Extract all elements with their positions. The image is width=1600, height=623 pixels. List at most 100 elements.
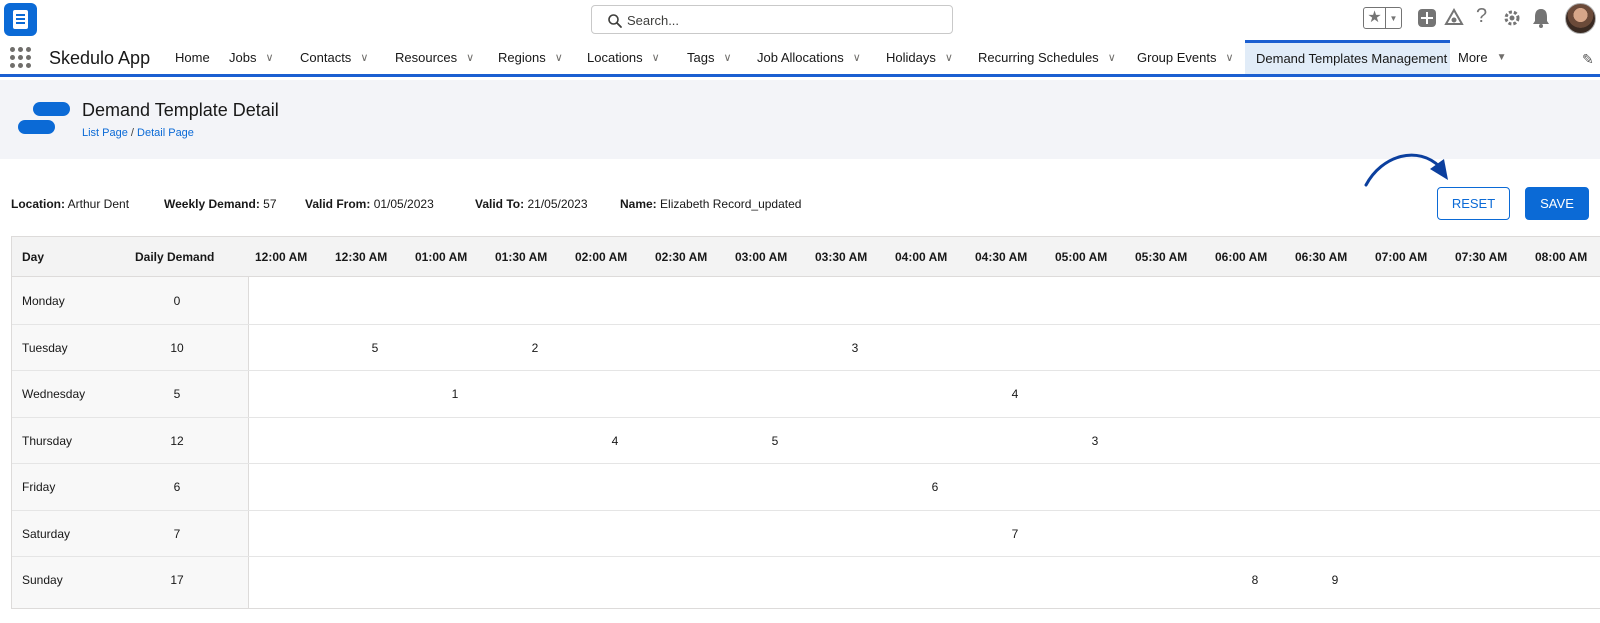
daily-demand-column-header: Daily Demand bbox=[135, 250, 215, 264]
nav-item-job-allocations[interactable]: Job Allocations ∨ bbox=[757, 40, 861, 74]
nav-item-regions[interactable]: Regions ∨ bbox=[498, 40, 563, 74]
time-slot-header: 04:00 AM bbox=[895, 250, 948, 264]
name-value: Elizabeth Record_updated bbox=[660, 197, 802, 211]
demand-slot-cell[interactable]: 8 bbox=[1240, 573, 1270, 587]
nav-item-resources[interactable]: Resources ∨ bbox=[395, 40, 474, 74]
row-divider bbox=[12, 509, 1600, 511]
demand-slot-cell[interactable]: 1 bbox=[440, 387, 470, 401]
app-navigation-bar: Skedulo App Home Jobs ∨ Contacts ∨ Resou… bbox=[0, 40, 1600, 77]
breadcrumb-detail-page[interactable]: Detail Page bbox=[137, 127, 194, 139]
page-title: Demand Template Detail bbox=[82, 100, 279, 120]
time-slot-header: 07:00 AM bbox=[1375, 250, 1428, 264]
trailhead-icon[interactable] bbox=[1444, 8, 1464, 28]
grid-header-row bbox=[12, 237, 1600, 277]
demand-slot-cell[interactable]: 2 bbox=[520, 341, 550, 355]
demand-slot-cell[interactable]: 7 bbox=[1000, 527, 1030, 541]
weekly-demand-value: 57 bbox=[263, 197, 277, 211]
demand-slot-cell[interactable]: 9 bbox=[1320, 573, 1350, 587]
chevron-down-icon[interactable]: ∨ bbox=[853, 51, 861, 64]
location-field: Location: Arthur Dent bbox=[11, 197, 129, 211]
nav-item-contacts[interactable]: Contacts ∨ bbox=[300, 40, 368, 74]
nav-item-locations[interactable]: Locations ∨ bbox=[587, 40, 660, 74]
valid-from-value: 01/05/2023 bbox=[373, 197, 434, 211]
demand-slot-cell[interactable]: 4 bbox=[1000, 387, 1030, 401]
demand-slot-cell[interactable]: 5 bbox=[760, 434, 790, 448]
time-slot-header: 03:30 AM bbox=[815, 250, 868, 264]
app-launcher-icon[interactable] bbox=[10, 47, 31, 68]
nav-item-group-events[interactable]: Group Events ∨ bbox=[1137, 40, 1234, 74]
breadcrumb-separator: / bbox=[127, 127, 138, 139]
row-divider bbox=[12, 556, 1600, 557]
nav-item-home[interactable]: Home bbox=[175, 40, 210, 74]
nav-item-label: Home bbox=[175, 49, 210, 65]
nav-item-label: Holidays bbox=[886, 49, 936, 65]
chevron-down-icon[interactable]: ∨ bbox=[945, 51, 953, 64]
time-slot-header: 08:00 AM bbox=[1535, 250, 1588, 264]
time-slot-header: 05:00 AM bbox=[1055, 250, 1108, 264]
row-divider bbox=[12, 370, 1600, 371]
nav-item-label: Jobs bbox=[229, 49, 257, 65]
nav-item-label: Tags bbox=[687, 49, 715, 65]
name-field: Name: Elizabeth Record_updated bbox=[620, 197, 801, 211]
row-divider bbox=[12, 416, 1600, 418]
daily-demand-cell: 10 bbox=[170, 340, 184, 355]
edit-nav-pencil-icon[interactable]: ✎ bbox=[1582, 51, 1594, 68]
chevron-down-icon[interactable]: ∨ bbox=[360, 51, 368, 64]
demand-template-icon bbox=[18, 102, 70, 140]
chevron-down-icon[interactable]: ∨ bbox=[723, 51, 731, 64]
daily-demand-cell: 12 bbox=[170, 433, 184, 448]
chevron-down-icon[interactable]: ∨ bbox=[466, 51, 474, 64]
save-button[interactable]: SAVE bbox=[1525, 187, 1589, 220]
time-slot-header: 04:30 AM bbox=[975, 250, 1028, 264]
row-divider bbox=[12, 463, 1600, 464]
global-search-input[interactable]: Search... bbox=[591, 5, 953, 34]
nav-item-recurring-schedules[interactable]: Recurring Schedules ∨ bbox=[978, 40, 1116, 74]
nav-item-tags[interactable]: Tags ∨ bbox=[687, 40, 732, 74]
nav-item-label: Group Events bbox=[1137, 49, 1217, 65]
time-slot-header: 05:30 AM bbox=[1135, 250, 1188, 264]
time-slot-header: 01:00 AM bbox=[415, 250, 468, 264]
row-divider bbox=[12, 323, 1600, 325]
help-icon[interactable]: ? bbox=[1476, 6, 1487, 26]
breadcrumb: List Page / Detail Page bbox=[82, 127, 194, 139]
location-value: Arthur Dent bbox=[67, 197, 130, 211]
demand-slot-cell[interactable]: 3 bbox=[840, 341, 870, 355]
nav-item-holidays[interactable]: Holidays ∨ bbox=[886, 40, 953, 74]
chevron-down-icon[interactable]: ∨ bbox=[1108, 51, 1116, 64]
favorites-caret-icon[interactable]: ▼ bbox=[1386, 8, 1401, 28]
nav-item-jobs[interactable]: Jobs ∨ bbox=[229, 40, 274, 74]
valid-from-label: Valid From: bbox=[305, 197, 371, 211]
nav-item-label: Contacts bbox=[300, 49, 352, 65]
setup-gear-icon[interactable] bbox=[1502, 8, 1522, 28]
chevron-down-icon[interactable]: ∨ bbox=[1226, 51, 1234, 64]
valid-from-field: Valid From: 01/05/2023 bbox=[305, 197, 434, 211]
time-slot-header: 06:30 AM bbox=[1295, 250, 1348, 264]
demand-slot-cell[interactable]: 3 bbox=[1080, 434, 1110, 448]
demand-slot-cell[interactable]: 5 bbox=[360, 341, 390, 355]
day-cell: Sunday bbox=[22, 573, 63, 587]
nav-item-label: Resources bbox=[395, 49, 458, 65]
app-logo[interactable] bbox=[4, 3, 37, 36]
search-placeholder: Search... bbox=[627, 13, 680, 28]
chevron-down-icon[interactable]: ∨ bbox=[652, 51, 660, 64]
demand-slot-cell[interactable]: 6 bbox=[920, 480, 950, 494]
chevron-down-icon[interactable]: ∨ bbox=[555, 51, 563, 64]
daily-demand-cell: 6 bbox=[173, 480, 181, 494]
day-column-header: Day bbox=[22, 250, 45, 264]
add-icon[interactable] bbox=[1417, 8, 1437, 28]
demand-slot-cell[interactable]: 4 bbox=[600, 434, 630, 448]
reset-button[interactable]: RESET bbox=[1437, 187, 1510, 220]
time-slot-header: 12:30 AM bbox=[335, 250, 388, 264]
caret-down-icon[interactable]: ▼ bbox=[1497, 52, 1507, 63]
user-avatar[interactable] bbox=[1565, 3, 1596, 34]
nav-item-demand-templates-management[interactable]: Demand Templates Management bbox=[1245, 40, 1450, 74]
day-cell: Saturday bbox=[22, 526, 71, 541]
chevron-down-icon[interactable]: ∨ bbox=[265, 51, 273, 64]
notifications-bell-icon[interactable] bbox=[1531, 7, 1551, 29]
demand-grid: Day Daily Demand 12:00 AM 12:30 AM 01:00 A… bbox=[11, 236, 1600, 609]
breadcrumb-list-page[interactable]: List Page bbox=[82, 127, 128, 139]
favorites-star-icon[interactable]: ★ bbox=[1364, 8, 1386, 28]
nav-item-label: More bbox=[1458, 49, 1488, 65]
nav-item-more[interactable]: More ▼ bbox=[1458, 40, 1507, 74]
day-cell: Wednesday bbox=[22, 387, 86, 401]
